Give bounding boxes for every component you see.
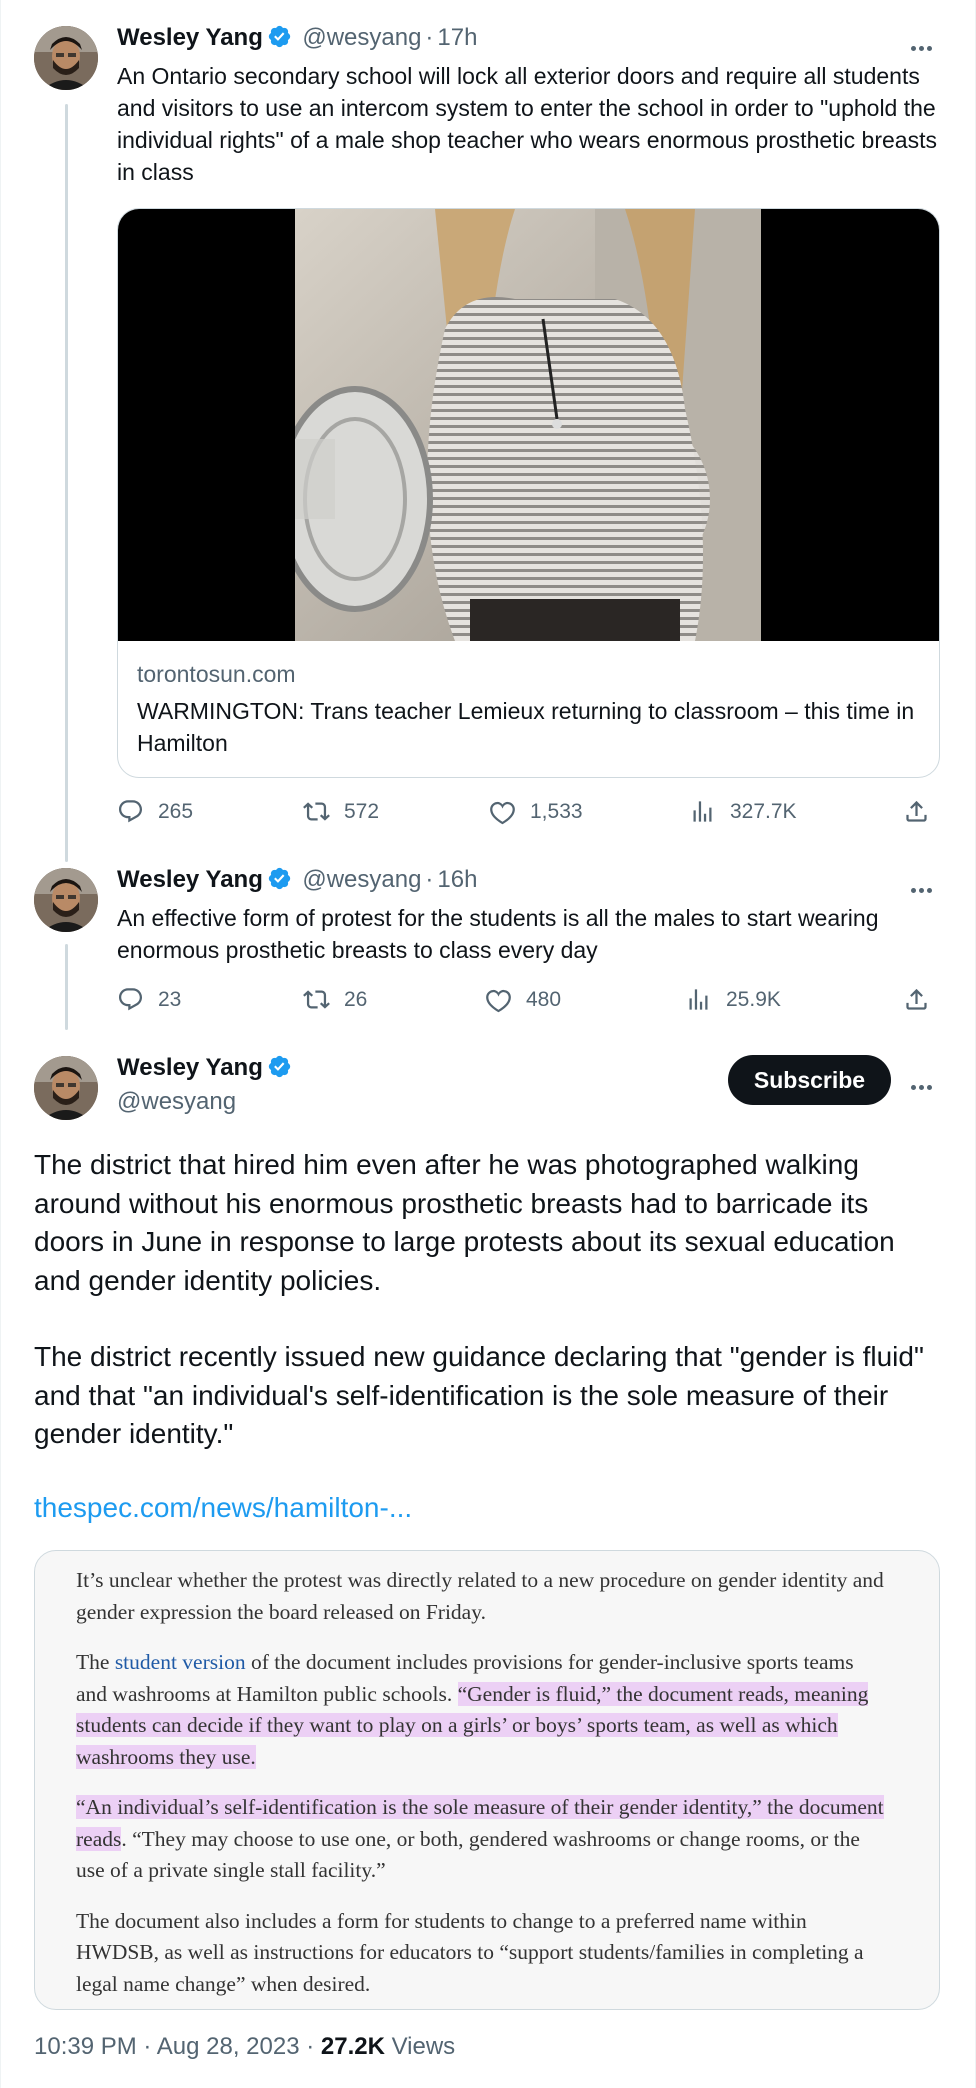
tweet-time[interactable]: 17h [437, 24, 477, 51]
subscribe-button[interactable]: Subscribe [728, 1055, 891, 1105]
reply-button[interactable]: 23 [117, 986, 181, 1013]
like-button[interactable]: 1,533 [489, 798, 583, 825]
tweet-actions: 265 572 1,533 327.7K [117, 798, 943, 832]
main-tweet-text: The district that hired him even after h… [34, 1146, 944, 1492]
tweet-actions: 23 26 480 25.9K [117, 986, 943, 1020]
tweet-thread: Wesley Yang @wesyang · 17h An Ontario seco… [0, 0, 976, 2088]
repost-button[interactable]: 572 [303, 798, 379, 825]
quote-paragraph: It’s unclear whether the protest was dir… [76, 1568, 884, 1624]
verified-badge-icon [268, 1055, 291, 1078]
verified-badge-icon [268, 867, 291, 890]
like-button[interactable]: 480 [485, 986, 561, 1013]
author-name[interactable]: Wesley Yang [117, 866, 263, 893]
avatar[interactable] [34, 26, 98, 90]
author-name[interactable]: Wesley Yang [117, 24, 263, 51]
reply-count: 265 [158, 799, 194, 823]
thread-line [65, 104, 68, 862]
repost-button[interactable]: 26 [303, 986, 367, 1013]
separator-dot: · [425, 866, 434, 893]
article-link[interactable]: thespec.com/news/hamilton-... [34, 1492, 412, 1524]
quote-text: . “They may choose to use one, or both, … [76, 1826, 860, 1883]
quote-paragraph: The student version of the document incl… [76, 1647, 888, 1773]
views-count: 327.7K [730, 799, 797, 823]
main-paragraph: The district recently issued new guidanc… [34, 1341, 924, 1449]
views-total: 27.2K [320, 2033, 385, 2060]
student-version-link: student version [114, 1650, 246, 1674]
share-icon [906, 988, 927, 1010]
verified-badge-icon [268, 25, 291, 48]
post-date[interactable]: Aug 28, 2023 [157, 2033, 300, 2060]
quoted-article-text: It’s unclear whether the protest was dir… [76, 1565, 888, 2009]
author-handle[interactable]: @wesyang [302, 866, 421, 893]
main-paragraph: The district that hired him even after h… [34, 1149, 895, 1296]
like-count: 1,533 [530, 799, 583, 823]
tweet-header: Wesley Yang @wesyang · 17h [117, 24, 477, 52]
views-icon [689, 989, 708, 1010]
reply-icon [118, 800, 143, 823]
views-button[interactable]: 327.7K [689, 798, 797, 825]
avatar[interactable] [34, 868, 98, 932]
repost-icon [303, 990, 330, 1009]
more-icon[interactable] [911, 880, 941, 893]
author-name[interactable]: Wesley Yang [117, 1054, 263, 1081]
avatar[interactable] [34, 1056, 98, 1120]
quote-text: The [76, 1650, 115, 1674]
separator-dot: · [425, 24, 434, 51]
repost-icon [303, 802, 330, 821]
tweet-timestamp: 10:39 PM · Aug 28, 2023 · 27.2K Views [34, 2033, 456, 2060]
tweet-text: An Ontario secondary school will lock al… [117, 63, 937, 185]
card-photo [295, 209, 761, 641]
views-count: 25.9K [726, 987, 781, 1011]
card-domain: torontosun.com [137, 661, 296, 687]
link-card[interactable]: torontosun.com WARMINGTON: Trans teacher… [117, 208, 940, 778]
more-icon[interactable] [911, 38, 941, 51]
card-title: WARMINGTON: Trans teacher Lemieux return… [137, 698, 915, 756]
reply-count: 23 [158, 987, 182, 1011]
reply-button[interactable]: 265 [117, 798, 193, 825]
views-button[interactable]: 25.9K [685, 986, 781, 1013]
tweet-header: Wesley Yang @wesyang · 16h [117, 866, 477, 894]
like-icon [490, 801, 515, 825]
tweet-text: An effective form of protest for the stu… [117, 905, 879, 963]
tweet-time[interactable]: 16h [437, 866, 477, 893]
quote-paragraph: The document also includes a form for st… [76, 1908, 864, 1996]
thread-line [65, 944, 68, 1030]
post-time[interactable]: 10:39 PM [34, 2033, 137, 2060]
share-button[interactable] [903, 986, 930, 1018]
card-image [118, 209, 939, 641]
views-icon [693, 801, 712, 822]
repost-count: 26 [344, 987, 368, 1011]
repost-count: 572 [344, 799, 380, 823]
reply-icon [118, 988, 143, 1011]
share-icon [906, 800, 927, 822]
views-label: Views [391, 2033, 456, 2060]
share-button[interactable] [903, 798, 930, 830]
quoted-image[interactable]: It’s unclear whether the protest was dir… [34, 1550, 940, 2010]
quote-paragraph: “An individual’s self-identification is … [76, 1792, 888, 1887]
more-icon[interactable] [911, 1077, 941, 1090]
author-handle[interactable]: @wesyang [117, 1088, 236, 1116]
author-handle[interactable]: @wesyang [302, 24, 421, 51]
like-icon [486, 989, 511, 1013]
main-author: Wesley Yang [117, 1054, 292, 1082]
like-count: 480 [526, 987, 562, 1011]
